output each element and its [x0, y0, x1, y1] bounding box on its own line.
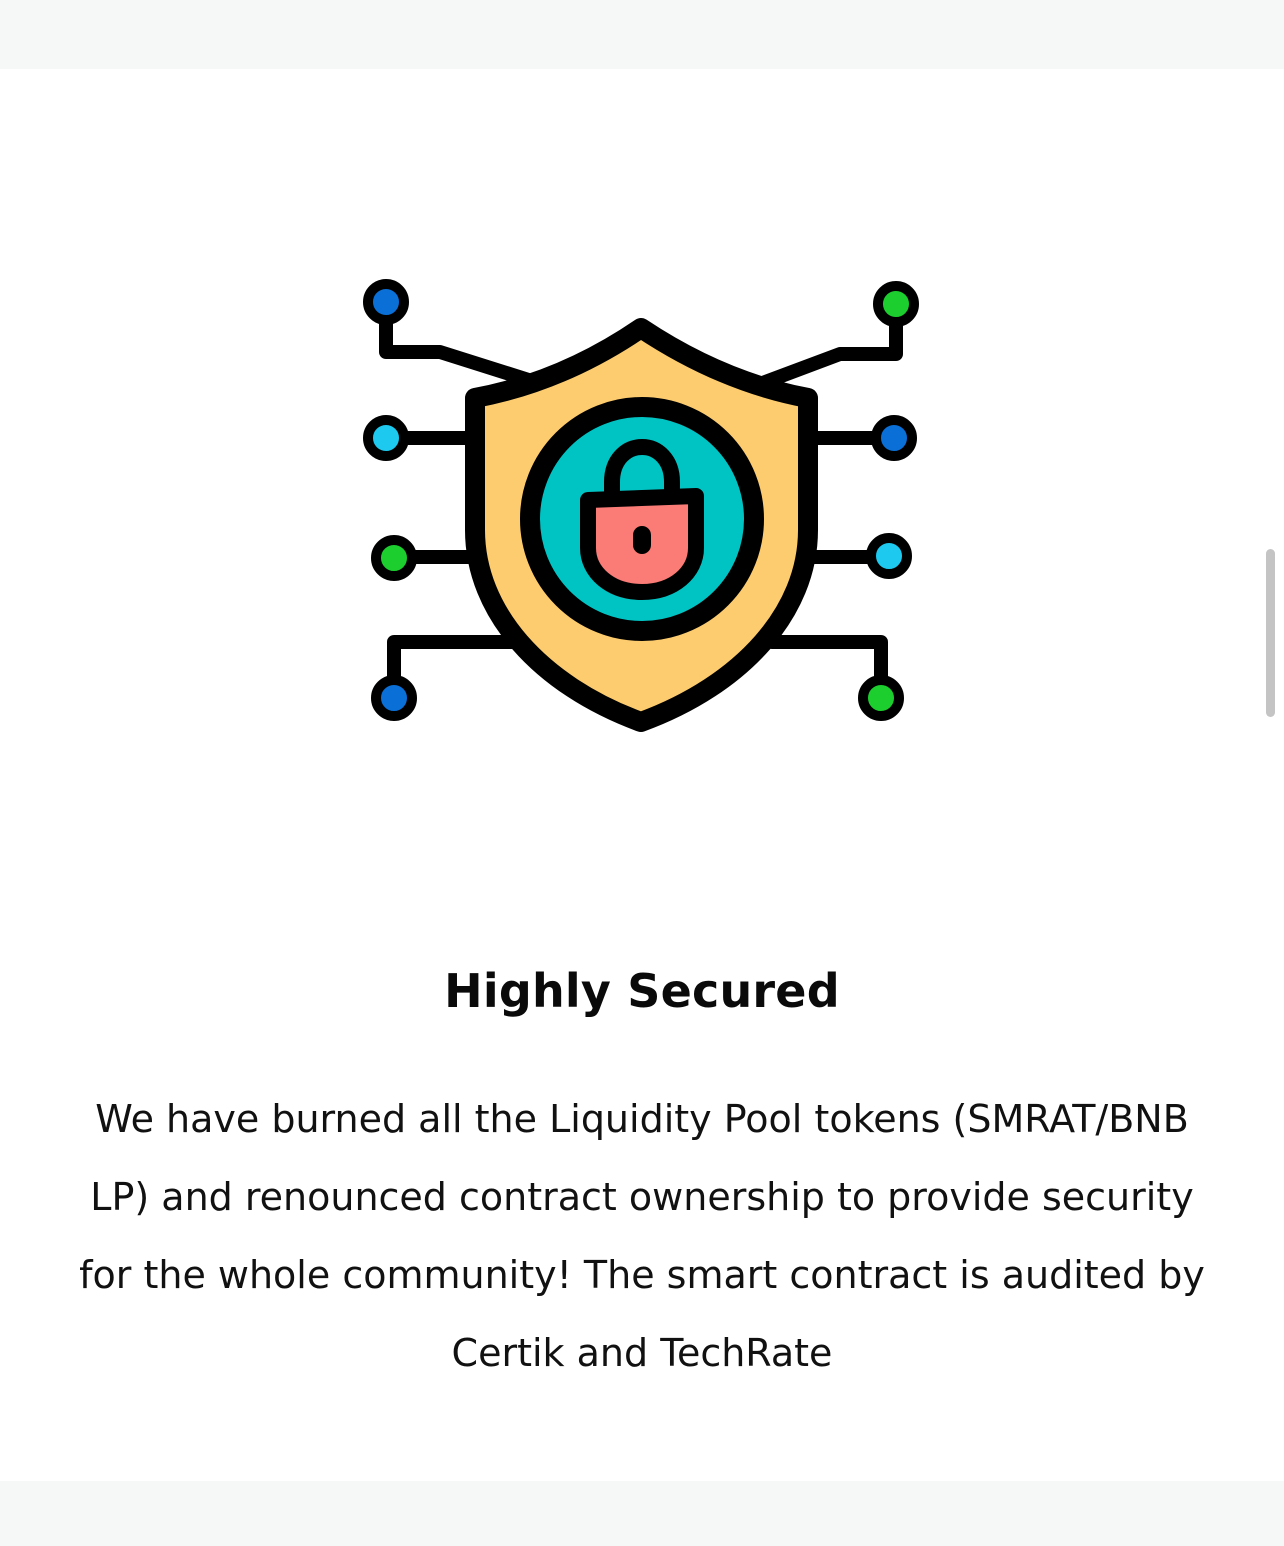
node-dot	[371, 675, 417, 721]
node-dot	[363, 279, 409, 325]
circuit-line	[753, 311, 903, 391]
top-band	[0, 0, 1284, 69]
feature-description: We have burned all the Liquidity Pool to…	[79, 1097, 1205, 1375]
page: Highly Secured We have burned all the Li…	[0, 0, 1284, 1546]
circuit-line	[387, 635, 519, 687]
circuit-line	[765, 635, 888, 687]
bottom-band	[0, 1481, 1284, 1546]
shield-lock-network-icon	[355, 270, 930, 745]
node-dot	[873, 281, 919, 327]
feature-title: Highly Secured	[444, 964, 840, 1018]
node-dot	[858, 675, 904, 721]
circuit-line	[379, 309, 542, 389]
node-dot	[866, 533, 912, 579]
keyhole	[633, 526, 651, 554]
node-dot	[871, 415, 917, 461]
node-dot	[371, 535, 417, 581]
scrollbar-thumb[interactable]	[1266, 549, 1275, 717]
node-dot	[363, 415, 409, 461]
